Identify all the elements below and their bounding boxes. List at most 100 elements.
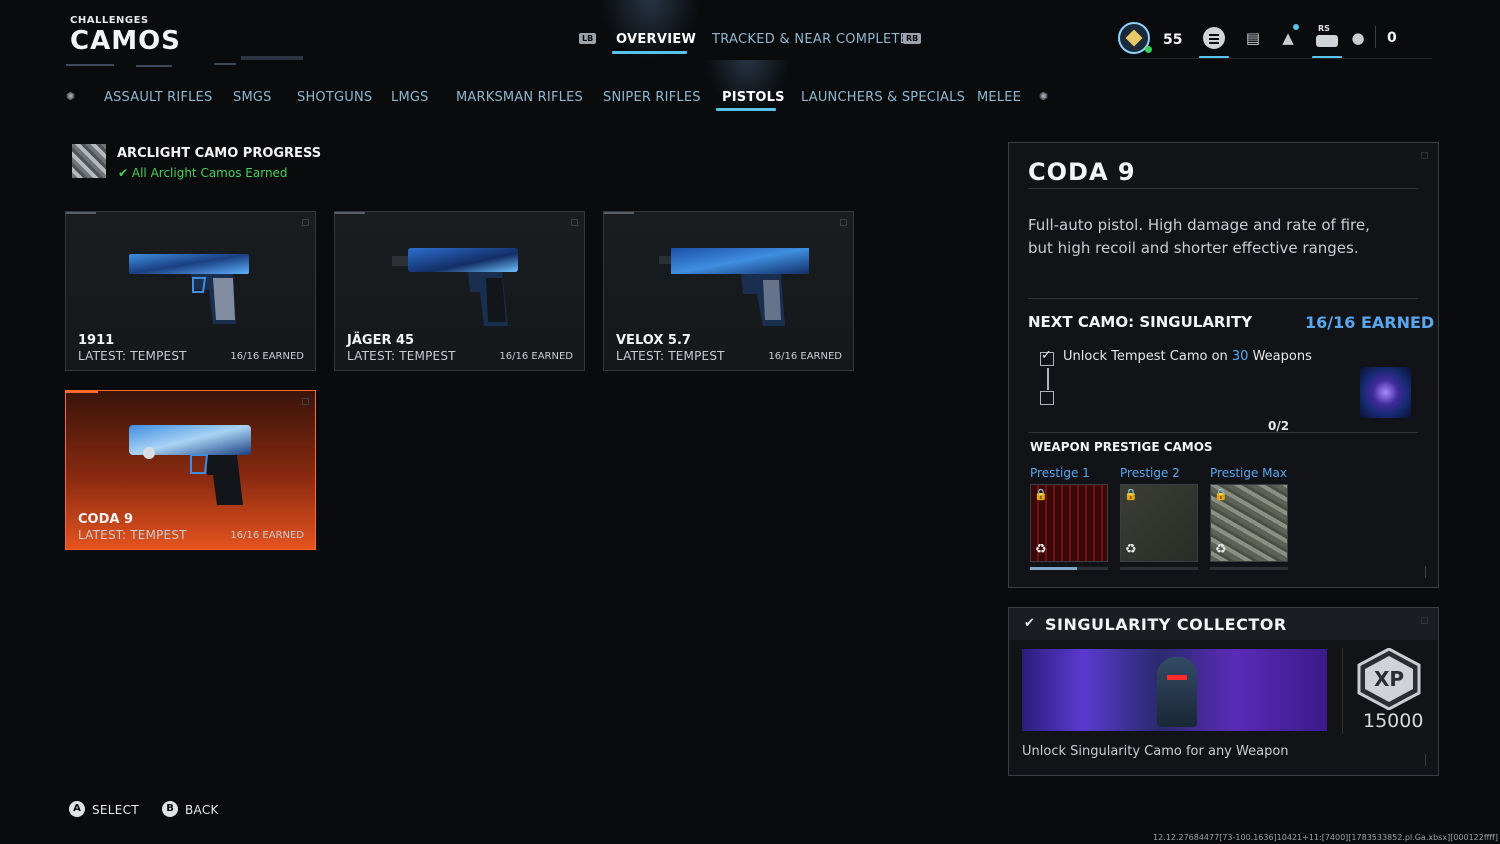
card-corner-icon	[302, 219, 309, 226]
arclight-status-text: All Arclight Camos Earned	[131, 166, 288, 180]
collector-reward-banner	[1022, 649, 1327, 731]
category-sniper-rifles[interactable]: SNIPER RIFLES	[603, 90, 701, 105]
lock-icon: 🔒	[1124, 488, 1138, 501]
card-corner-icon	[571, 219, 578, 226]
panel-scroll-icon	[1425, 566, 1428, 578]
header-rule	[1120, 58, 1432, 59]
xp-separator	[1342, 648, 1343, 734]
title-glitch-decoration	[66, 56, 306, 68]
lb-bumper-icon[interactable]: LB	[579, 33, 597, 44]
prestige-cycle-icon: ♻	[1125, 542, 1137, 557]
prestige-1-label: Prestige 1	[1030, 466, 1090, 480]
weapon-earned-count: 16/16 EARNED	[230, 530, 304, 541]
tab-tracked[interactable]: TRACKED & NEAR COMPLETE	[712, 32, 908, 47]
detail-weapon-title: CODA 9	[1028, 158, 1136, 186]
panel-corner-icon	[1421, 617, 1428, 624]
category-lmgs[interactable]: LMGS	[391, 90, 429, 105]
controller-icon[interactable]	[1316, 35, 1338, 47]
weapon-jager-45-image	[392, 248, 518, 326]
back-prompt[interactable]: BACK	[185, 803, 219, 817]
prestige-2-progress	[1120, 567, 1198, 570]
rb-bumper-icon[interactable]: ✺	[1039, 90, 1048, 103]
category-melee[interactable]: MELEE	[977, 90, 1021, 105]
notification-bell-icon[interactable]: ▲	[1278, 28, 1298, 48]
next-camo-earned: 16/16 EARNED	[1305, 313, 1435, 332]
category-pistols[interactable]: PISTOLS	[722, 90, 785, 105]
requirement-count: 30	[1231, 349, 1249, 364]
card-topline	[604, 212, 634, 214]
lb-bumper-icon[interactable]: ✺	[66, 90, 75, 103]
arclight-camo-thumbnail	[72, 144, 106, 178]
requirement-rule	[1028, 432, 1418, 433]
arclight-status: ✔ All Arclight Camos Earned	[118, 166, 288, 180]
weapon-name: VELOX 5.7	[616, 333, 691, 348]
menu-list-icon[interactable]	[1203, 27, 1225, 49]
category-marksman-rifles[interactable]: MARKSMAN RIFLES	[456, 90, 583, 105]
category-launchers-specials[interactable]: LAUNCHERS & SPECIALS	[801, 90, 965, 105]
prestige-1-progress	[1030, 567, 1108, 570]
category-shotguns[interactable]: SHOTGUNS	[297, 90, 372, 105]
xp-label: XP	[1374, 667, 1404, 691]
banner-figure	[1157, 657, 1197, 727]
next-camo-label: NEXT CAMO: SINGULARITY	[1028, 313, 1253, 331]
weapon-earned-count: 16/16 EARNED	[768, 351, 842, 362]
prestige-cycle-icon: ♻	[1035, 542, 1047, 557]
weapon-card-coda-9[interactable]: CODA 9 LATEST: TEMPEST 16/16 EARNED	[65, 390, 316, 550]
arclight-title: ARCLIGHT CAMO PROGRESS	[117, 146, 322, 161]
panel-corner-icon	[1421, 152, 1428, 159]
requirement-text-post: Weapons	[1248, 349, 1312, 364]
weapon-card-1911[interactable]: 1911 LATEST: TEMPEST 16/16 EARNED	[65, 211, 316, 371]
prestige-2-tile[interactable]: 🔒 ♻	[1120, 484, 1198, 562]
card-topline	[66, 391, 98, 393]
weapon-earned-count: 16/16 EARNED	[499, 351, 573, 362]
prestige-heading: WEAPON PRESTIGE CAMOS	[1030, 440, 1213, 454]
requirement-checkbox-checked: ✓	[1040, 348, 1054, 366]
b-button-icon[interactable]: B	[162, 801, 178, 817]
detail-rule	[1028, 188, 1418, 189]
card-topline	[335, 212, 365, 214]
category-pistols-underline	[716, 108, 776, 111]
prestige-1-tile[interactable]: 🔒 ♻	[1030, 484, 1108, 562]
singularity-camo-thumbnail	[1360, 367, 1411, 418]
detail-rule	[1028, 298, 1418, 299]
header-separator	[1375, 26, 1376, 48]
requirement-checkbox-empty	[1040, 391, 1054, 405]
tab-overview[interactable]: OVERVIEW	[616, 32, 696, 47]
select-prompt[interactable]: SELECT	[92, 803, 139, 817]
category-assault-rifles[interactable]: ASSAULT RIFLES	[104, 90, 212, 105]
lock-icon: 🔒	[1214, 488, 1228, 501]
collector-description: Unlock Singularity Camo for any Weapon	[1022, 744, 1289, 759]
checkmark-icon: ✔	[1024, 616, 1035, 631]
detail-description: Full-auto pistol. High damage and rate o…	[1028, 216, 1370, 257]
page-title: CAMOS	[70, 26, 181, 56]
party-icon[interactable]: ●	[1348, 28, 1368, 48]
online-status-icon	[1145, 46, 1152, 53]
card-corner-icon	[840, 219, 847, 226]
weapon-earned-count: 16/16 EARNED	[230, 351, 304, 362]
store-icon[interactable]: ▤	[1243, 28, 1263, 48]
weapon-velox-5-7-image	[659, 248, 809, 326]
tab-overview-underline	[612, 51, 687, 54]
requirement-text-pre: Unlock Tempest Camo on	[1063, 349, 1232, 364]
weapon-latest-camo: LATEST: TEMPEST	[347, 349, 456, 363]
prestige-cycle-icon: ♻	[1215, 542, 1227, 557]
weapon-latest-camo: LATEST: TEMPEST	[78, 528, 187, 542]
rb-bumper-icon[interactable]: RB	[903, 33, 922, 44]
notification-dot	[1293, 24, 1299, 30]
prestige-max-progress	[1210, 567, 1288, 570]
prestige-max-label: Prestige Max	[1210, 466, 1287, 480]
prestige-2-label: Prestige 2	[1120, 466, 1180, 480]
weapon-1911-image	[129, 254, 249, 324]
xp-badge-icon: XP	[1357, 648, 1421, 710]
banner-figure-eyes	[1167, 675, 1187, 680]
a-button-icon[interactable]: A	[69, 801, 85, 817]
weapon-card-velox-5-7[interactable]: VELOX 5.7 LATEST: TEMPEST 16/16 EARNED	[603, 211, 854, 371]
category-smgs[interactable]: SMGS	[233, 90, 272, 105]
rs-label: RS	[1318, 24, 1330, 33]
lock-icon: 🔒	[1034, 488, 1048, 501]
prestige-max-tile[interactable]: 🔒 ♻	[1210, 484, 1288, 562]
weapon-latest-camo: LATEST: TEMPEST	[616, 349, 725, 363]
prestige-1-progress-fill	[1030, 567, 1077, 570]
weapon-card-jager-45[interactable]: JÄGER 45 LATEST: TEMPEST 16/16 EARNED	[334, 211, 585, 371]
weapon-coda-9-image	[129, 425, 251, 505]
